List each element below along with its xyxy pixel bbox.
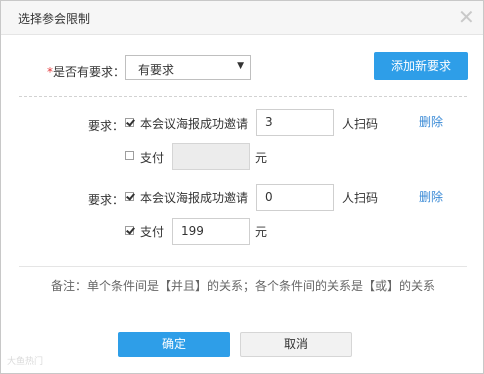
divider	[19, 266, 467, 267]
requirement-label: 要求：	[88, 193, 125, 207]
add-requirement-button[interactable]: 添加新要求	[374, 52, 468, 80]
pay-label: 支付	[140, 225, 165, 239]
pay-label: 支付	[140, 151, 165, 165]
confirm-button[interactable]: 确定	[118, 332, 230, 357]
pay-unit: 元	[255, 225, 268, 239]
close-icon[interactable]: ✕	[458, 7, 475, 27]
invite-checkbox[interactable]	[125, 118, 134, 127]
delete-requirement-link[interactable]: 删除	[419, 113, 443, 130]
invite-count-input[interactable]: 0	[256, 184, 334, 211]
has-requirement-selected: 有要求	[138, 63, 175, 77]
cancel-button[interactable]: 取消	[240, 332, 352, 357]
invite-label: 本会议海报成功邀请	[140, 191, 249, 205]
invite-unit: 人扫码	[342, 191, 379, 205]
pay-amount-input[interactable]: 199	[172, 218, 250, 245]
watermark-text: 大鱼热门	[7, 357, 44, 367]
invite-label: 本会议海报成功邀请	[140, 117, 249, 131]
pay-checkbox[interactable]	[125, 226, 134, 235]
delete-requirement-link[interactable]: 删除	[419, 188, 443, 205]
invite-checkbox[interactable]	[125, 192, 134, 201]
note-text: 备注：单个条件间是【并且】的关系；各个条件间的关系是【或】的关系	[51, 279, 436, 293]
pay-amount-input	[172, 143, 250, 170]
dialog-header: 选择参会限制 ✕	[1, 1, 483, 35]
requirement-label: 要求：	[88, 119, 125, 133]
dialog-title: 选择参会限制	[18, 12, 91, 26]
divider	[19, 96, 467, 97]
has-requirement-select[interactable]: 有要求 ▼	[125, 55, 251, 80]
chevron-down-icon: ▼	[237, 61, 244, 71]
pay-checkbox[interactable]	[125, 151, 134, 160]
has-requirement-label: *是否有要求：	[47, 63, 125, 80]
invite-count-input[interactable]: 3	[256, 109, 334, 136]
pay-unit: 元	[255, 151, 268, 165]
dialog: 选择参会限制 ✕ *是否有要求： 有要求 ▼ 添加新要求 要求： 本会议海报成功…	[0, 0, 484, 374]
has-requirement-label-text: 是否有要求：	[53, 65, 126, 79]
invite-unit: 人扫码	[342, 117, 379, 131]
